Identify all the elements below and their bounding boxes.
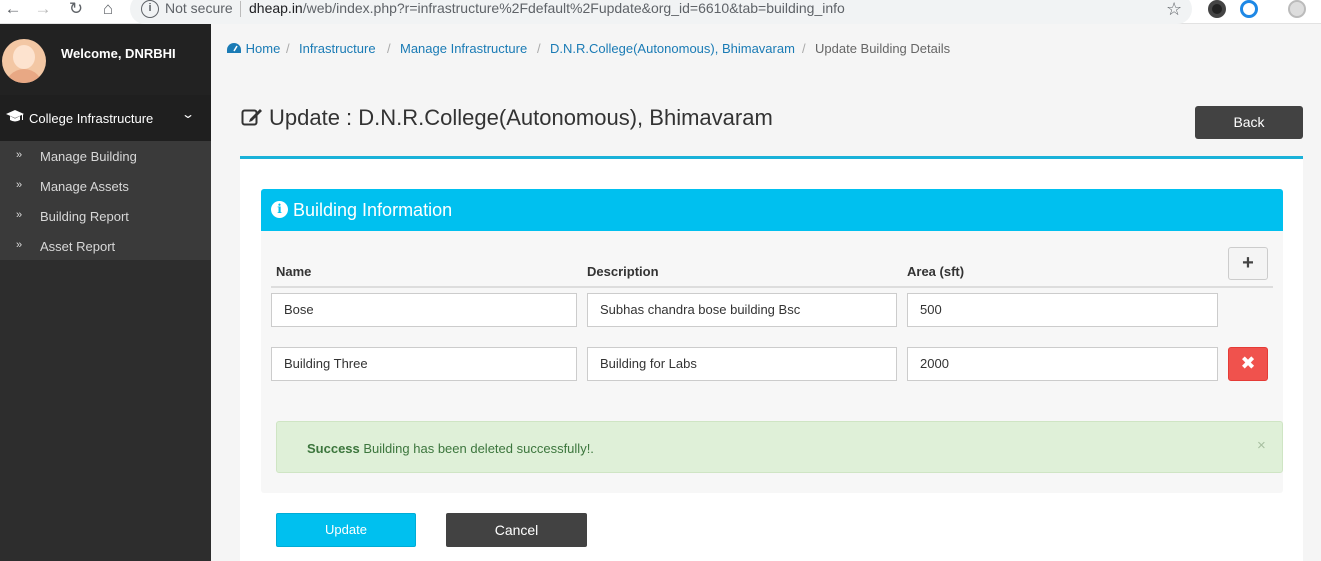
profile-icon[interactable] <box>1288 0 1306 18</box>
reload-icon[interactable]: ↻ <box>66 0 86 20</box>
extension-dark-icon[interactable] <box>1208 0 1226 18</box>
breadcrumb-infrastructure-link[interactable]: Infrastructure <box>299 41 376 56</box>
sidebar-item-building-report[interactable]: » Building Report <box>0 202 211 232</box>
double-chevron-right-icon: » <box>16 179 22 191</box>
double-chevron-right-icon: » <box>16 149 22 161</box>
page-title: Update : D.N.R.College(Autonomous), Bhim… <box>241 105 773 131</box>
url-text[interactable]: dheap.in/web/index.php?r=infrastructure%… <box>249 0 845 17</box>
alert-message: Success Building has been deleted succes… <box>307 441 594 456</box>
add-row-button[interactable]: + <box>1228 247 1268 280</box>
cancel-button[interactable]: Cancel <box>446 513 587 547</box>
home-icon[interactable]: ⌂ <box>98 0 118 20</box>
breadcrumb-separator: / <box>802 41 806 56</box>
sidebar-item-label: Building Report <box>40 209 129 224</box>
page-title-text: Update : D.N.R.College(Autonomous), Bhim… <box>269 105 773 130</box>
close-icon: ✖ <box>1240 353 1256 373</box>
building-description-input[interactable]: Building for Labs <box>587 347 897 381</box>
forward-arrow-icon[interactable]: → <box>33 0 53 20</box>
url-path: /web/index.php?r=infrastructure%2Fdefaul… <box>302 0 845 16</box>
breadcrumb-manage[interactable]: Manage Infrastructure <box>400 41 527 56</box>
graduation-cap-icon <box>6 110 24 126</box>
sidebar: Welcome, DNRBHI College Infrastructure ⌄… <box>0 24 211 561</box>
bookmark-star-icon[interactable]: ☆ <box>1166 0 1182 20</box>
omnibox-divider <box>240 1 241 17</box>
column-header-description: Description <box>587 264 659 279</box>
breadcrumb-separator: / <box>286 41 290 56</box>
update-button[interactable]: Update <box>276 513 416 547</box>
sidebar-submenu: » Manage Building » Manage Assets » Buil… <box>0 141 211 260</box>
breadcrumb-college[interactable]: D.N.R.College(Autonomous), Bhimavaram <box>550 41 795 56</box>
building-description-input[interactable]: Subhas chandra bose building Bsc <box>587 293 897 327</box>
breadcrumb-infrastructure[interactable]: Infrastructure <box>299 41 376 56</box>
breadcrumb-current: Update Building Details <box>815 41 951 56</box>
dashboard-icon <box>227 43 241 53</box>
avatar <box>2 39 46 83</box>
column-header-name: Name <box>276 264 312 279</box>
sidebar-item-manage-building[interactable]: » Manage Building <box>0 142 211 172</box>
alert-text: Building has been deleted successfully!. <box>359 441 594 456</box>
info-icon[interactable]: i <box>141 0 159 18</box>
building-name-input[interactable]: Building Three <box>271 347 577 381</box>
back-arrow-icon[interactable]: ← <box>3 0 23 20</box>
back-button[interactable]: Back <box>1195 106 1303 139</box>
panel-header: i Building Information <box>261 189 1283 231</box>
breadcrumb: Home / Infrastructure / Manage Infrastru… <box>211 24 1321 66</box>
building-area-input[interactable]: 2000 <box>907 347 1218 381</box>
sync-extension-icon[interactable] <box>1240 0 1258 18</box>
chevron-down-icon: ⌄ <box>180 107 196 121</box>
edit-icon <box>241 107 263 127</box>
sidebar-menu-label: College Infrastructure <box>29 111 154 126</box>
breadcrumb-home[interactable]: Home <box>226 41 280 56</box>
alert-strong: Success <box>307 441 360 456</box>
success-alert: Success Building has been deleted succes… <box>276 421 1283 473</box>
double-chevron-right-icon: » <box>16 239 22 251</box>
welcome-text: Welcome, DNRBHI <box>61 46 176 61</box>
double-chevron-right-icon: » <box>16 209 22 221</box>
panel-title: Building Information <box>293 200 453 220</box>
user-panel: Welcome, DNRBHI <box>0 24 211 95</box>
sidebar-item-asset-report[interactable]: » Asset Report <box>0 232 211 262</box>
url-domain: dheap.in <box>249 0 303 16</box>
breadcrumb-manage-link[interactable]: Manage Infrastructure <box>400 41 527 56</box>
sidebar-item-label: Asset Report <box>40 239 116 254</box>
breadcrumb-college-link[interactable]: D.N.R.College(Autonomous), Bhimavaram <box>550 41 795 56</box>
sidebar-menu-college-infrastructure[interactable]: College Infrastructure ⌄ <box>0 95 211 141</box>
security-label: Not secure <box>165 0 233 16</box>
browser-toolbar: ← → ↻ ⌂ i Not secure dheap.in/web/index.… <box>0 0 1321 24</box>
building-name-input[interactable]: Bose <box>271 293 577 327</box>
breadcrumb-separator: / <box>537 41 541 56</box>
delete-row-button[interactable]: ✖ <box>1228 347 1268 381</box>
column-header-area: Area (sft) <box>907 264 965 279</box>
sidebar-item-label: Manage Building <box>40 149 137 164</box>
header-divider <box>271 286 1273 288</box>
sidebar-item-manage-assets[interactable]: » Manage Assets <box>0 172 211 202</box>
breadcrumb-separator: / <box>387 41 391 56</box>
sidebar-item-label: Manage Assets <box>40 179 129 194</box>
building-area-input[interactable]: 500 <box>907 293 1218 327</box>
info-circle-icon: i <box>271 201 288 218</box>
alert-close-icon[interactable]: × <box>1257 437 1266 454</box>
breadcrumb-home-link[interactable]: Home <box>246 41 281 56</box>
